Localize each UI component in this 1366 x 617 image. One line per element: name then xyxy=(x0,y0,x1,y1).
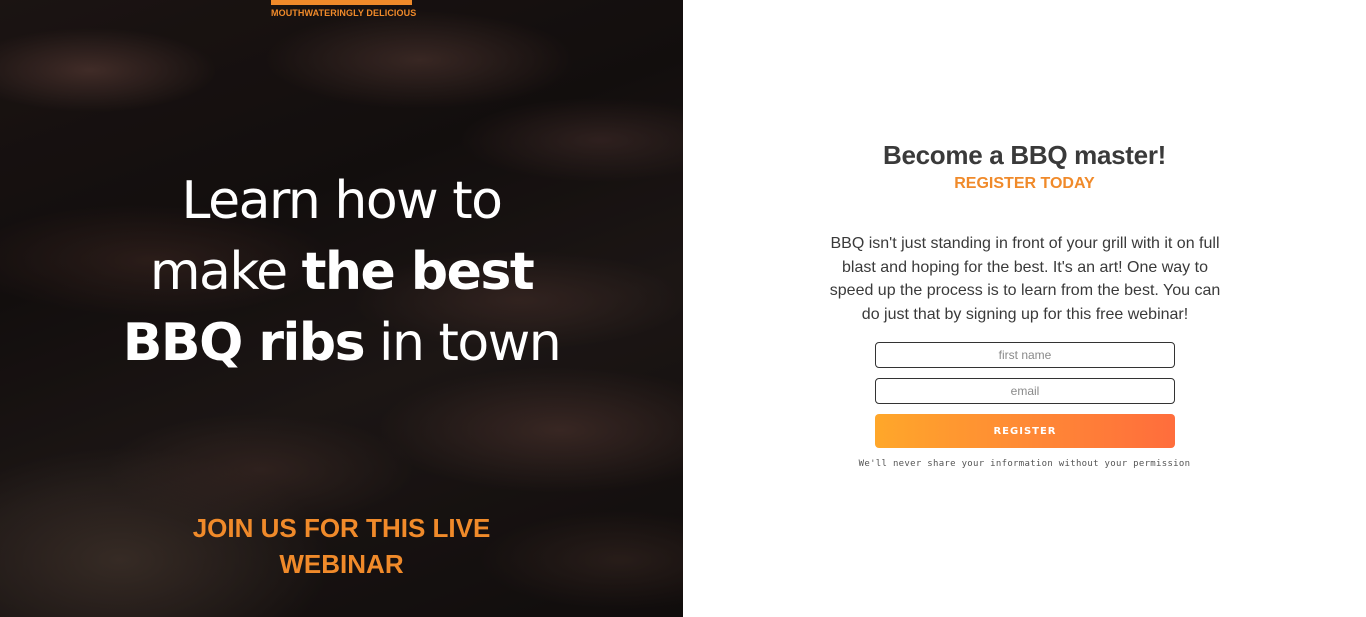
logo-bar xyxy=(271,0,412,5)
privacy-note: We'll never share your information witho… xyxy=(858,459,1191,469)
headline-line-2-light: make xyxy=(149,242,302,302)
registration-panel: Become a BBQ master! REGISTER TODAY BBQ … xyxy=(683,0,1366,617)
webinar-line-1: JOIN US FOR THIS LIVE xyxy=(192,513,491,543)
panel-subtitle: REGISTER TODAY xyxy=(954,175,1095,192)
webinar-callout: JOIN US FOR THIS LIVE WEBINAR xyxy=(170,510,513,582)
headline-line-2-bold: the best xyxy=(301,242,535,302)
first-name-input[interactable] xyxy=(875,342,1175,368)
panel-title: Become a BBQ master! xyxy=(883,140,1166,170)
panel-description: BBQ isn't just standing in front of your… xyxy=(829,235,1221,323)
hero-headline: Learn how to make the best BBQ ribs in t… xyxy=(0,166,683,379)
headline-line-3-bold: BBQ ribs xyxy=(122,313,366,373)
headline-line-3-light: in town xyxy=(364,313,562,373)
hero-section: MOUTHWATERINGLY DELICIOUS Learn how to m… xyxy=(0,0,683,617)
headline-line-1: Learn how to xyxy=(181,171,503,231)
webinar-line-2: WEBINAR xyxy=(279,549,404,579)
logo-tagline: MOUTHWATERINGLY DELICIOUS xyxy=(271,8,417,18)
email-input[interactable] xyxy=(875,378,1175,404)
register-button[interactable]: REGISTER xyxy=(875,414,1175,448)
